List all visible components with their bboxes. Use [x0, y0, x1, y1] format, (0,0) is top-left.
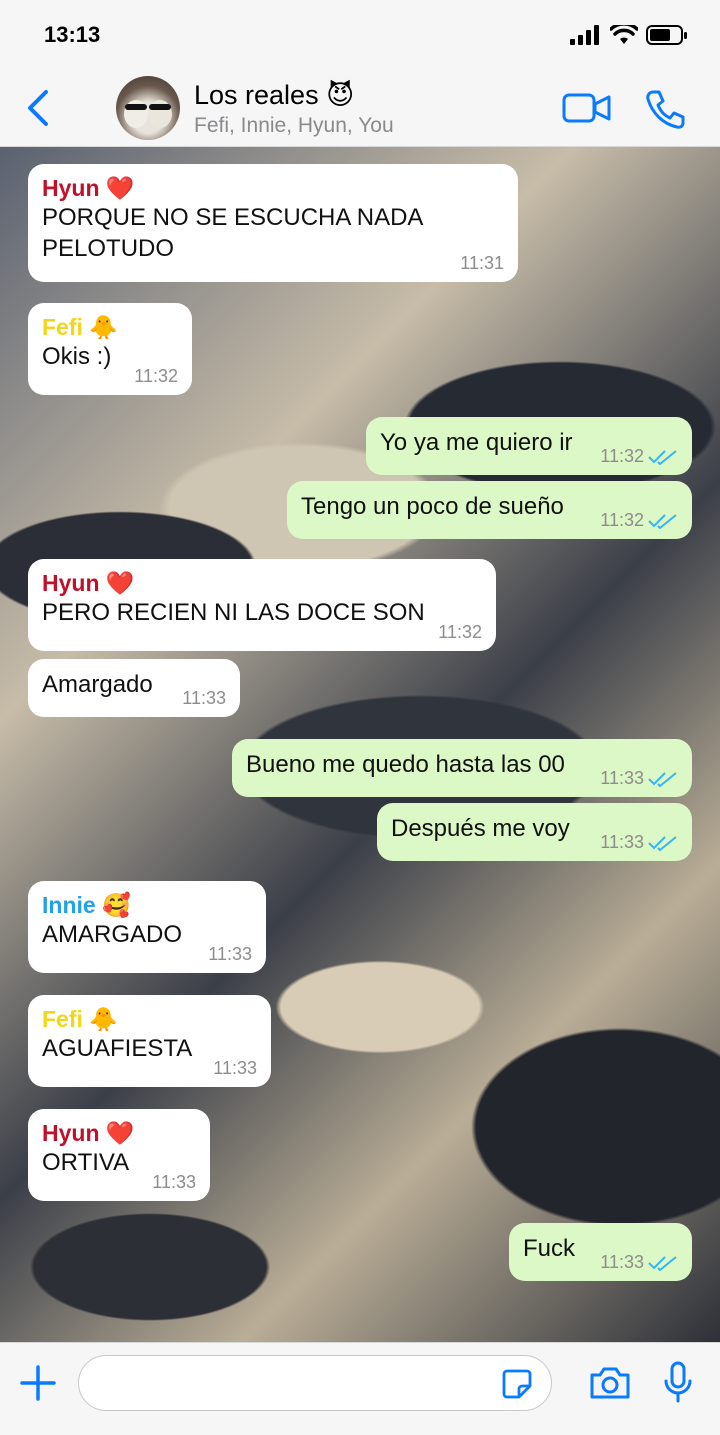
- time-label: 11:32: [134, 366, 178, 386]
- time-label: 11:32: [438, 622, 482, 642]
- message-bubble[interactable]: Bueno me quedo hasta las 00 11:33: [232, 739, 692, 797]
- double-check-icon: [648, 1255, 677, 1271]
- status-time: 13:13: [44, 22, 101, 47]
- sender-name: Hyun ❤️: [42, 175, 135, 201]
- group-avatar[interactable]: [116, 76, 180, 140]
- sticker-icon[interactable]: [501, 1368, 533, 1400]
- status-bar: 13:13: [0, 0, 720, 70]
- message-text: PERO RECIEN NI LAS DOCE SON: [42, 599, 425, 626]
- message-text: PORQUE NO SE ESCUCHA NADA PELOTUDO: [42, 204, 423, 262]
- message-status: 11:33: [600, 832, 678, 853]
- message-bubble[interactable]: Después me voy 11:33: [377, 803, 692, 861]
- battery-icon: [646, 25, 687, 45]
- double-check-icon: [648, 771, 677, 787]
- message-bubble[interactable]: Hyun ❤️ PERO RECIEN NI LAS DOCE SON 11:3…: [28, 559, 496, 651]
- time-label: 11:33: [208, 944, 252, 964]
- time-label: 11:31: [460, 253, 504, 273]
- time-label: 11:33: [152, 1172, 196, 1192]
- message-time: 11:33: [182, 688, 226, 709]
- plus-icon[interactable]: [20, 1365, 56, 1401]
- message-time: 11:32: [438, 622, 482, 643]
- time-label: 11:33: [213, 1058, 257, 1078]
- time-label: 11:33: [600, 832, 644, 852]
- message-status: 11:32: [600, 446, 678, 467]
- sender-name: Fefi 🐥: [42, 1006, 118, 1032]
- double-check-icon: [648, 513, 677, 529]
- composer-bar: [0, 1342, 720, 1435]
- message-status: 11:32: [600, 510, 678, 531]
- message-time: 11:33: [152, 1172, 196, 1193]
- message-bubble[interactable]: Fefi 🐥 Okis :) 11:32: [28, 303, 192, 395]
- time-label: 11:32: [600, 446, 644, 466]
- back-chevron-icon[interactable]: [24, 88, 54, 128]
- group-title[interactable]: Los reales 😈: [194, 80, 354, 111]
- message-bubble[interactable]: Fuck 11:33: [509, 1223, 692, 1281]
- message-bubble[interactable]: Innie 🥰 AMARGADO 11:33: [28, 881, 266, 973]
- message-status: 11:33: [600, 768, 678, 789]
- group-members[interactable]: Fefi, Innie, Hyun, You: [194, 114, 394, 138]
- double-check-icon: [648, 835, 677, 851]
- camera-icon[interactable]: [588, 1365, 632, 1401]
- message-time: 11:32: [134, 366, 178, 387]
- sender-name: Hyun ❤️: [42, 1120, 135, 1146]
- time-label: 11:32: [600, 510, 644, 530]
- phone-icon[interactable]: [644, 88, 686, 130]
- message-bubble[interactable]: Hyun ❤️ ORTIVA 11:33: [28, 1109, 210, 1201]
- message-bubble[interactable]: Hyun ❤️ PORQUE NO SE ESCUCHA NADA PELOTU…: [28, 164, 518, 282]
- sender-name: Hyun ❤️: [42, 570, 135, 596]
- sender-name: Fefi 🐥: [42, 314, 118, 340]
- message-input[interactable]: [78, 1355, 552, 1411]
- time-label: 11:33: [600, 1252, 644, 1272]
- message-bubble[interactable]: Yo ya me quiero ir 11:32: [366, 417, 692, 475]
- microphone-icon[interactable]: [662, 1361, 694, 1405]
- signal-icon: [570, 25, 599, 45]
- message-time: 11:33: [208, 944, 252, 965]
- chat-area[interactable]: Hyun ❤️ PORQUE NO SE ESCUCHA NADA PELOTU…: [0, 147, 720, 1342]
- message-status: 11:33: [600, 1252, 678, 1273]
- video-call-icon[interactable]: [562, 92, 612, 124]
- sender-name: Innie 🥰: [42, 892, 131, 918]
- wifi-icon: [610, 25, 638, 44]
- chat-header: Los reales 😈 Fefi, Innie, Hyun, You: [0, 70, 720, 147]
- message-time: 11:31: [460, 253, 504, 274]
- time-label: 11:33: [600, 768, 644, 788]
- time-label: 11:33: [182, 688, 226, 708]
- message-bubble[interactable]: Fefi 🐥 AGUAFIESTA 11:33: [28, 995, 271, 1087]
- status-icons: [570, 22, 688, 48]
- message-bubble[interactable]: Amargado 11:33: [28, 659, 240, 717]
- message-bubble[interactable]: Tengo un poco de sueño 11:32: [287, 481, 692, 539]
- double-check-icon: [648, 449, 677, 465]
- message-time: 11:33: [213, 1058, 257, 1079]
- cats-image: [124, 100, 172, 128]
